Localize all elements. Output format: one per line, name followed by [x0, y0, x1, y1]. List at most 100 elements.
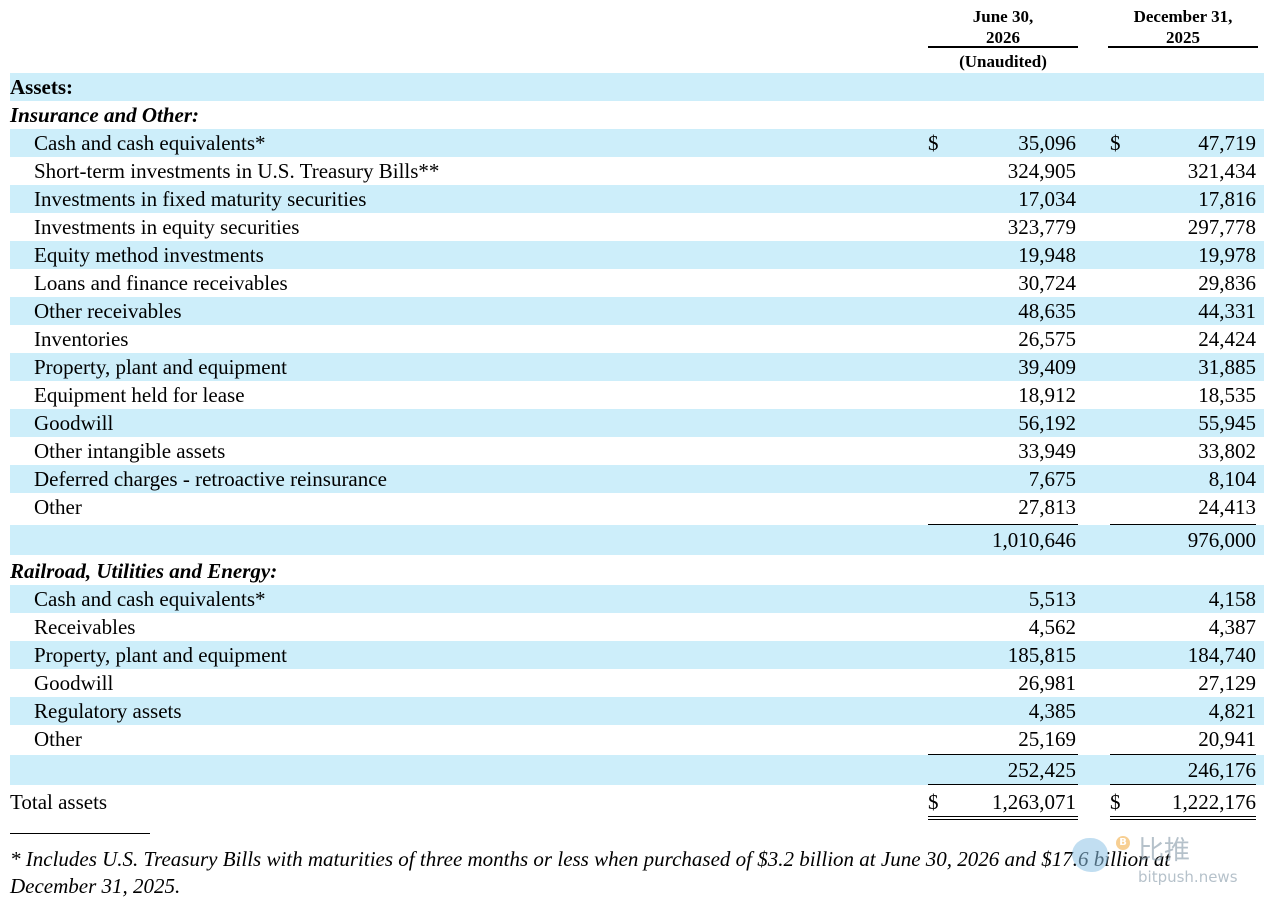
insurance-section-heading: Insurance and Other: — [10, 103, 200, 127]
subtotal-row: 1,010,646 976,000 — [10, 525, 1264, 555]
assets-heading-row: Assets: — [10, 73, 1264, 101]
table-row: Equipment held for lease 18,912 18,535 — [10, 381, 1264, 409]
bitpush-watermark: B 比推 bitpush.news — [1072, 836, 1252, 888]
bird-logo-icon — [1072, 838, 1108, 872]
value-2025: 17,816 — [1198, 187, 1256, 211]
value-2025: 4,387 — [1208, 615, 1256, 639]
value-2025: 4,158 — [1208, 587, 1256, 611]
table-row: Property, plant and equipment 39,409 31,… — [10, 353, 1264, 381]
value-2026: 39,409 — [1018, 355, 1076, 379]
value-2025: 47,719 — [1198, 131, 1256, 155]
column-header-december-2025: December 31, 2025 — [1108, 6, 1258, 48]
watermark-chinese-text: 比推 — [1138, 836, 1191, 866]
value-2025: 27,129 — [1198, 671, 1256, 695]
value-2025: 33,802 — [1198, 439, 1256, 463]
table-row: Loans and finance receivables 30,724 29,… — [10, 269, 1264, 297]
column-header-year: 2025 — [1166, 28, 1200, 47]
row-label: Short-term investments in U.S. Treasury … — [34, 159, 440, 183]
value-2025: 31,885 — [1198, 355, 1256, 379]
railroad-subtotal-2026: 252,425 — [1007, 758, 1076, 782]
table-row: Deferred charges - retroactive reinsuran… — [10, 465, 1264, 493]
column-header-date: June 30, — [972, 7, 1034, 26]
row-label: Other intangible assets — [34, 439, 226, 463]
column-header-date: December 31, — [1133, 7, 1233, 26]
total-assets-row: Total assets $ 1,263,071 $ 1,222,176 — [10, 788, 1264, 816]
table-row: Cash and cash equivalents* 5,513 4,158 — [10, 585, 1264, 613]
insurance-subtotal-2026: 1,010,646 — [992, 528, 1076, 552]
table-row: Cash and cash equivalents* $ 35,096 $ 47… — [10, 129, 1264, 157]
value-2026: 324,905 — [1007, 159, 1076, 183]
column-header-unaudited: (Unaudited) — [959, 52, 1047, 71]
row-label: Inventories — [34, 327, 129, 351]
row-label: Property, plant and equipment — [34, 643, 287, 667]
table-row: Equity method investments 19,948 19,978 — [10, 241, 1264, 269]
total-double-rule — [928, 819, 1078, 820]
total-assets-2025: 1,222,176 — [1172, 790, 1256, 814]
subtotal-rule — [1110, 784, 1256, 785]
value-2026: 26,981 — [1018, 671, 1076, 695]
value-2025: 321,434 — [1187, 159, 1256, 183]
row-label: Goodwill — [34, 671, 114, 695]
value-2026: 5,513 — [1028, 587, 1076, 611]
value-2025: 18,535 — [1198, 383, 1256, 407]
table-row: Goodwill 26,981 27,129 — [10, 669, 1264, 697]
value-2026: 4,385 — [1028, 699, 1076, 723]
row-label: Receivables — [34, 615, 136, 639]
column-header-june-2026: June 30, 2026 — [928, 6, 1078, 48]
subtotal-row: 252,425 246,176 — [10, 755, 1264, 785]
value-2025: 55,945 — [1198, 411, 1256, 435]
table-row: Short-term investments in U.S. Treasury … — [10, 157, 1264, 185]
footnote-separator — [10, 833, 150, 834]
watermark-url: bitpush.news — [1138, 868, 1238, 886]
value-2026: 18,912 — [1018, 383, 1076, 407]
value-2025: 4,821 — [1208, 699, 1256, 723]
value-2026: 26,575 — [1018, 327, 1076, 351]
row-label: Property, plant and equipment — [34, 355, 287, 379]
value-2026: 56,192 — [1018, 411, 1076, 435]
railroad-section-heading: Railroad, Utilities and Energy: — [10, 559, 278, 583]
row-label: Investments in equity securities — [34, 215, 300, 239]
row-label: Equipment held for lease — [34, 383, 245, 407]
row-label: Cash and cash equivalents* — [34, 587, 266, 611]
table-row: Regulatory assets 4,385 4,821 — [10, 697, 1264, 725]
table-row: Other receivables 48,635 44,331 — [10, 297, 1264, 325]
table-row: Goodwill 56,192 55,945 — [10, 409, 1264, 437]
value-2026: 19,948 — [1018, 243, 1076, 267]
total-double-rule — [1110, 816, 1256, 817]
railroad-subtotal-2025: 246,176 — [1187, 758, 1256, 782]
row-label: Regulatory assets — [34, 699, 182, 723]
table-row: Other 25,169 20,941 — [10, 725, 1264, 753]
row-label: Loans and finance receivables — [34, 271, 288, 295]
row-label: Other — [34, 727, 82, 751]
value-2026: 33,949 — [1018, 439, 1076, 463]
value-2026: 48,635 — [1018, 299, 1076, 323]
table-row: Property, plant and equipment 185,815 18… — [10, 641, 1264, 669]
row-label: Other — [34, 495, 82, 519]
insurance-subtotal-2025: 976,000 — [1187, 528, 1256, 552]
column-header-underline — [928, 46, 1078, 48]
value-2025: 297,778 — [1187, 215, 1256, 239]
insurance-heading-row: Insurance and Other: — [10, 101, 1264, 129]
value-2025: 24,413 — [1198, 495, 1256, 519]
value-2026: 185,815 — [1007, 643, 1076, 667]
total-double-rule — [928, 816, 1078, 817]
value-2025: 19,978 — [1198, 243, 1256, 267]
column-header-year: 2026 — [986, 28, 1020, 47]
row-label: Equity method investments — [34, 243, 264, 267]
row-label: Investments in fixed maturity securities — [34, 187, 367, 211]
value-2026: 30,724 — [1018, 271, 1076, 295]
table-row: Other 27,813 24,413 — [10, 493, 1264, 521]
table-row: Other intangible assets 33,949 33,802 — [10, 437, 1264, 465]
row-label: Cash and cash equivalents* — [34, 131, 266, 155]
value-2025: 184,740 — [1187, 643, 1256, 667]
table-row: Inventories 26,575 24,424 — [10, 325, 1264, 353]
value-2025: 20,941 — [1198, 727, 1256, 751]
table-row: Receivables 4,562 4,387 — [10, 613, 1264, 641]
value-2026: 323,779 — [1007, 215, 1076, 239]
row-label: Other receivables — [34, 299, 182, 323]
value-2025: 24,424 — [1198, 327, 1256, 351]
total-assets-2026: 1,263,071 — [992, 790, 1076, 814]
total-double-rule — [1110, 819, 1256, 820]
table-row: Investments in equity securities 323,779… — [10, 213, 1264, 241]
row-label: Deferred charges - retroactive reinsuran… — [34, 467, 387, 491]
